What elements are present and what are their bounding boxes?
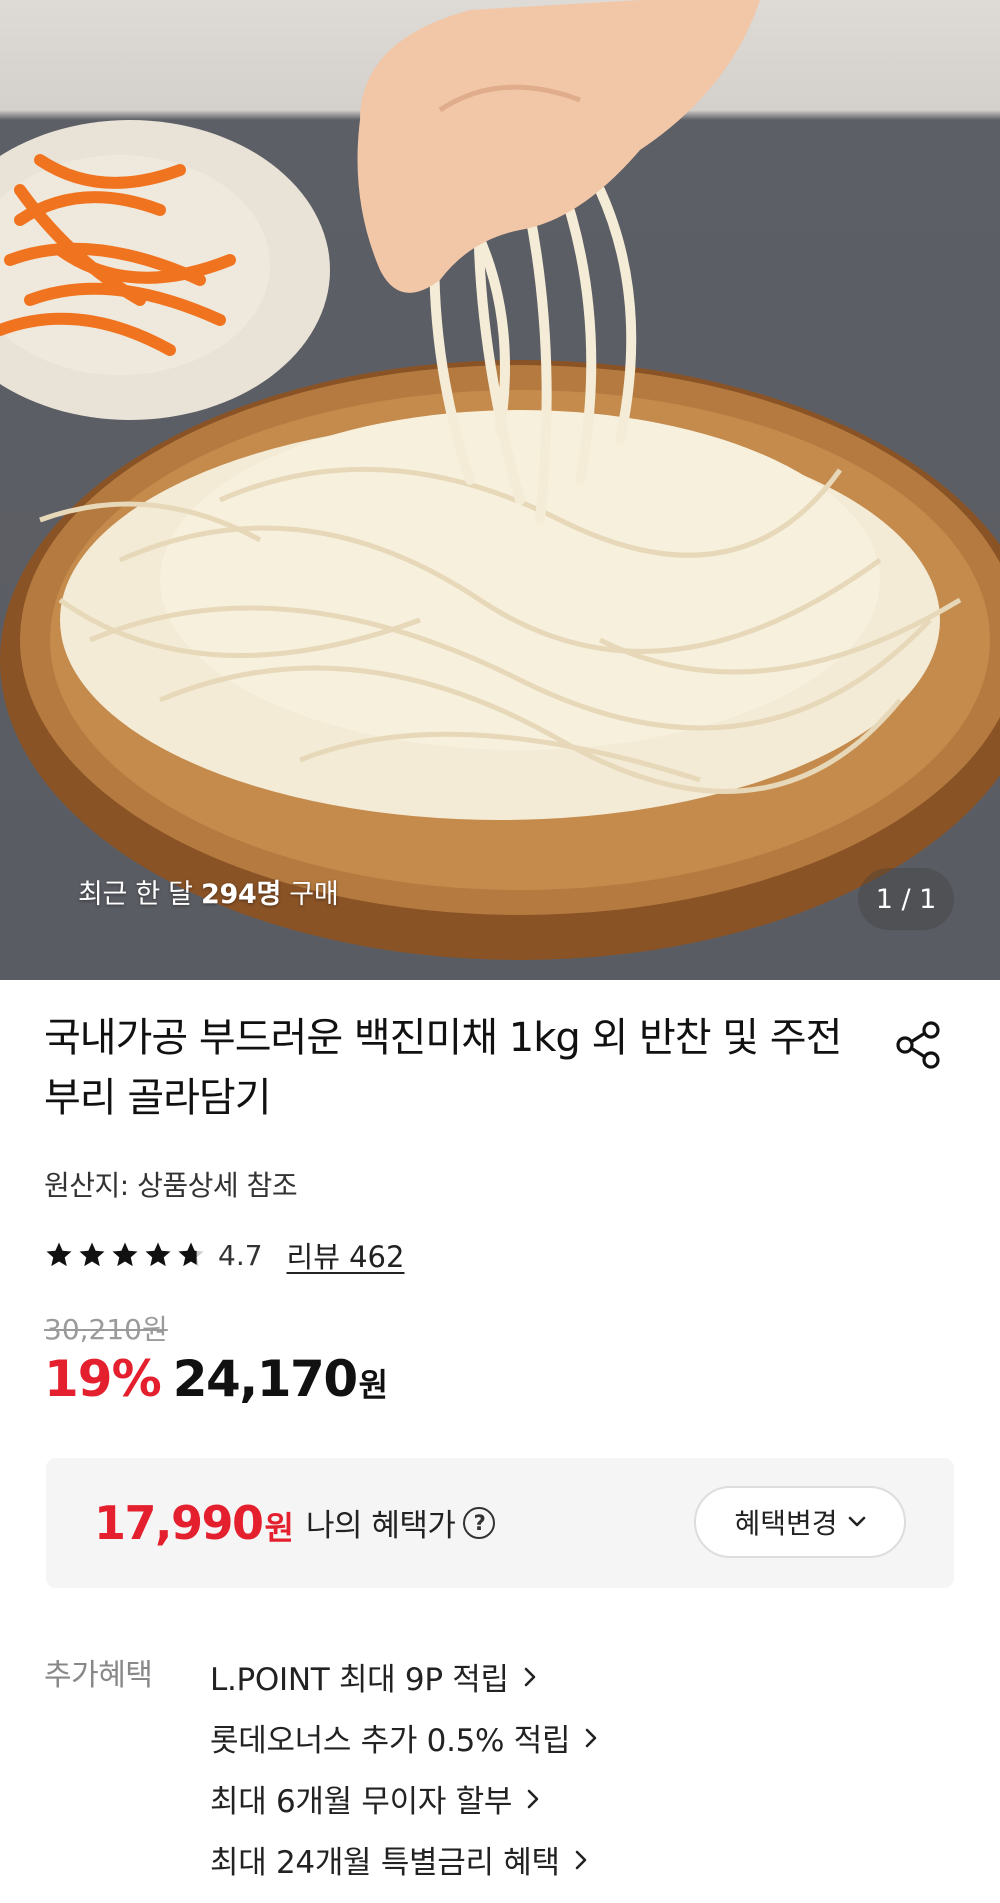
benefit-price-label: 나의 혜택가 bbox=[306, 1508, 456, 1544]
product-photo bbox=[0, 0, 1000, 960]
extra-benefit-text: 최대 24개월 특별금리 혜택 bbox=[210, 1845, 560, 1881]
extra-benefit-lotte-owners[interactable]: 롯데오너스 추가 0.5% 적립 bbox=[210, 1707, 598, 1768]
benefit-price-label-group: 나의 혜택가 ? bbox=[306, 1500, 496, 1545]
benefit-price-box: 17,990 원 나의 혜택가 ? 혜택변경 bbox=[46, 1458, 954, 1588]
extra-benefits-list: L.POINT 최대 9P 적립 롯데오너스 추가 0.5% 적립 최대 6개월… bbox=[210, 1646, 598, 1890]
caption-prefix: 최근 한 달 bbox=[78, 879, 202, 910]
extra-benefits-label: 추가혜택 bbox=[44, 1658, 153, 1693]
extra-benefit-text: L.POINT 최대 9P 적립 bbox=[210, 1662, 509, 1698]
rating-value: 4.7 bbox=[218, 1238, 263, 1272]
product-image[interactable]: 최근 한 달 294명 구매 1 / 1 bbox=[0, 0, 1000, 980]
rating-stars bbox=[44, 1240, 206, 1270]
review-count-link[interactable]: 리뷰 462 bbox=[287, 1234, 405, 1276]
share-icon[interactable] bbox=[892, 1018, 946, 1072]
extra-benefit-special-rate[interactable]: 최대 24개월 특별금리 혜택 bbox=[210, 1829, 598, 1890]
image-counter: 1 / 1 bbox=[858, 868, 954, 930]
benefit-price-unit: 원 bbox=[264, 1509, 294, 1547]
product-title: 국내가공 부드러운 백진미채 1kg 외 반찬 및 주전부리 골라담기 bbox=[44, 1015, 842, 1121]
star-half-icon bbox=[178, 1242, 204, 1267]
chevron-right-icon bbox=[575, 1850, 587, 1869]
star-icon bbox=[46, 1242, 72, 1267]
caption-count: 294명 bbox=[201, 879, 282, 910]
chevron-down-icon bbox=[848, 1516, 865, 1527]
original-price: 30,210원 bbox=[44, 1313, 168, 1346]
change-benefit-button[interactable]: 혜택변경 bbox=[694, 1486, 906, 1558]
origin-info: 원산지: 상품상세 참조 bbox=[44, 1169, 298, 1202]
rating-row: 4.7 리뷰 462 bbox=[44, 1234, 404, 1276]
purchase-count-caption: 최근 한 달 294명 구매 bbox=[78, 872, 339, 911]
chevron-right-icon bbox=[585, 1728, 597, 1747]
benefit-price-amount: 17,990 bbox=[94, 1496, 264, 1550]
chevron-right-icon bbox=[524, 1667, 536, 1686]
star-icon bbox=[112, 1242, 138, 1267]
extra-benefit-text: 롯데오너스 추가 0.5% 적립 bbox=[210, 1723, 571, 1759]
sale-price: 24,170 bbox=[172, 1350, 358, 1408]
price-row: 19% 24,170 원 bbox=[44, 1350, 388, 1408]
extra-benefit-installment[interactable]: 최대 6개월 무이자 할부 bbox=[210, 1768, 598, 1829]
discount-rate: 19% bbox=[44, 1350, 162, 1408]
question-circle-icon[interactable]: ? bbox=[463, 1506, 496, 1539]
sale-price-unit: 원 bbox=[358, 1366, 389, 1404]
chevron-right-icon bbox=[527, 1789, 539, 1808]
change-benefit-label: 혜택변경 bbox=[734, 1507, 838, 1540]
benefit-price: 17,990 원 bbox=[94, 1496, 294, 1550]
star-icon bbox=[145, 1242, 171, 1267]
caption-suffix: 구매 bbox=[281, 879, 339, 910]
extra-benefit-text: 최대 6개월 무이자 할부 bbox=[210, 1784, 513, 1820]
extra-benefit-lpoint[interactable]: L.POINT 최대 9P 적립 bbox=[210, 1646, 598, 1707]
star-icon bbox=[79, 1242, 105, 1267]
